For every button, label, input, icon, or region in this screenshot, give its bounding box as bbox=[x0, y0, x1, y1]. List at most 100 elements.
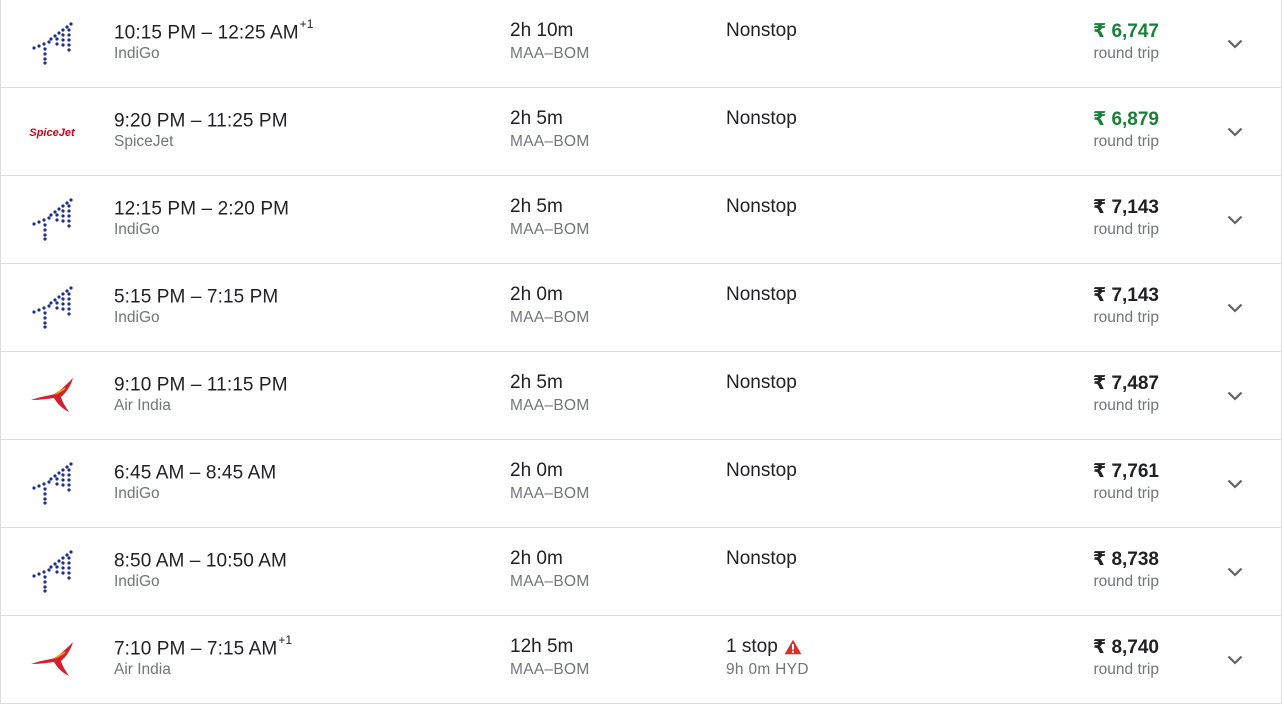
airline-name: Air India bbox=[114, 661, 171, 678]
air-india-logo bbox=[27, 634, 77, 684]
time-separator: – bbox=[184, 462, 206, 484]
airline-name: SpiceJet bbox=[114, 133, 174, 150]
flight-row[interactable]: 10:15 PM – 12:25 AM+1 IndiGo 2h 10m MAA–… bbox=[1, 0, 1281, 88]
flight-route: MAA–BOM bbox=[510, 661, 590, 678]
airline-name: Air India bbox=[114, 397, 171, 414]
time-separator: – bbox=[196, 198, 218, 220]
expand-button[interactable] bbox=[1221, 382, 1249, 410]
flight-duration: 2h 0m bbox=[510, 284, 563, 305]
indigo-logo bbox=[27, 282, 77, 332]
stops-info: Nonstop bbox=[726, 548, 797, 570]
arrival-time: 2:20 PM bbox=[217, 198, 290, 220]
time-separator: – bbox=[185, 374, 207, 396]
indigo-logo bbox=[27, 458, 77, 508]
departure-time: 8:50 AM bbox=[114, 550, 185, 572]
flight-route: MAA–BOM bbox=[510, 485, 590, 502]
flight-route: MAA–BOM bbox=[510, 573, 590, 590]
arrival-time: 10:50 AM bbox=[205, 550, 287, 572]
flight-price: ₹ 8,740 bbox=[1092, 637, 1159, 658]
expand-button[interactable] bbox=[1221, 118, 1249, 146]
stops-info: Nonstop bbox=[726, 284, 797, 306]
flight-price: ₹ 7,487 bbox=[1092, 373, 1159, 394]
stops-info: Nonstop bbox=[726, 108, 797, 130]
airline-name: IndiGo bbox=[114, 573, 160, 590]
flight-row[interactable]: 8:50 AM – 10:50 AM IndiGo 2h 0m MAA–BOM … bbox=[1, 528, 1281, 616]
chevron-down-icon bbox=[1227, 39, 1243, 49]
arrival-time: 12:25 AM bbox=[217, 22, 299, 44]
day-offset: +1 bbox=[278, 633, 293, 647]
flight-duration: 2h 5m bbox=[510, 108, 563, 129]
stops-info: Nonstop bbox=[726, 20, 797, 42]
flight-price: ₹ 7,143 bbox=[1092, 285, 1159, 306]
chevron-down-icon bbox=[1227, 303, 1243, 313]
stops-label: 1 stop bbox=[726, 636, 778, 657]
price-note: round trip bbox=[1093, 661, 1159, 678]
stops-label: Nonstop bbox=[726, 548, 797, 569]
price-note: round trip bbox=[1093, 573, 1159, 590]
indigo-logo bbox=[27, 546, 77, 596]
chevron-down-icon bbox=[1227, 391, 1243, 401]
flight-duration: 2h 10m bbox=[510, 20, 574, 41]
layover-detail: 9h 0m HYD bbox=[726, 661, 809, 678]
air-india-logo bbox=[27, 370, 77, 420]
expand-button[interactable] bbox=[1221, 470, 1249, 498]
expand-button[interactable] bbox=[1221, 30, 1249, 58]
stops-label: Nonstop bbox=[726, 372, 797, 393]
arrival-time: 8:45 AM bbox=[205, 462, 277, 484]
flight-times: 6:45 AM – 8:45 AM bbox=[114, 460, 277, 484]
flight-row[interactable]: 6:45 AM – 8:45 AM IndiGo 2h 0m MAA–BOM N… bbox=[1, 440, 1281, 528]
price-note: round trip bbox=[1093, 133, 1159, 150]
departure-time: 5:15 PM bbox=[114, 286, 186, 308]
flight-duration: 12h 5m bbox=[510, 636, 574, 657]
flight-price: ₹ 7,761 bbox=[1092, 461, 1159, 482]
departure-time: 9:10 PM bbox=[114, 374, 186, 396]
expand-button[interactable] bbox=[1221, 294, 1249, 322]
flight-route: MAA–BOM bbox=[510, 221, 590, 238]
chevron-down-icon bbox=[1227, 215, 1243, 225]
airline-name: IndiGo bbox=[114, 221, 160, 238]
expand-button[interactable] bbox=[1221, 646, 1249, 674]
airline-name: IndiGo bbox=[114, 45, 160, 62]
arrival-time: 11:25 PM bbox=[206, 110, 288, 132]
stops-label: Nonstop bbox=[726, 20, 797, 41]
departure-time: 9:20 PM bbox=[114, 110, 186, 132]
flight-times: 9:10 PM – 11:15 PM bbox=[114, 372, 289, 396]
stops-label: Nonstop bbox=[726, 284, 797, 305]
stops-info: 1 stop bbox=[726, 636, 802, 658]
flight-duration: 2h 0m bbox=[510, 548, 563, 569]
time-separator: – bbox=[185, 286, 207, 308]
chevron-down-icon bbox=[1227, 567, 1243, 577]
airline-name: IndiGo bbox=[114, 309, 160, 326]
expand-button[interactable] bbox=[1221, 206, 1249, 234]
indigo-logo bbox=[27, 194, 77, 244]
flight-price: ₹ 7,143 bbox=[1092, 197, 1159, 218]
arrival-time: 7:15 AM bbox=[206, 638, 278, 660]
stops-info: Nonstop bbox=[726, 460, 797, 482]
flight-times: 10:15 PM – 12:25 AM+1 bbox=[114, 17, 314, 44]
flight-times: 8:50 AM – 10:50 AM bbox=[114, 548, 288, 572]
flight-route: MAA–BOM bbox=[510, 397, 590, 414]
arrival-time: 7:15 PM bbox=[206, 286, 279, 308]
airline-name: IndiGo bbox=[114, 485, 160, 502]
flight-row[interactable]: 5:15 PM – 7:15 PM IndiGo 2h 0m MAA–BOM N… bbox=[1, 264, 1281, 352]
flight-row[interactable]: 7:10 PM – 7:15 AM+1 Air India 12h 5m MAA… bbox=[1, 616, 1281, 704]
departure-time: 10:15 PM bbox=[114, 22, 197, 44]
price-note: round trip bbox=[1093, 485, 1159, 502]
time-separator: – bbox=[196, 22, 218, 44]
flight-duration: 2h 5m bbox=[510, 196, 563, 217]
time-separator: – bbox=[185, 638, 207, 660]
flight-price: ₹ 6,747 bbox=[1092, 21, 1159, 42]
flight-row[interactable]: 12:15 PM – 2:20 PM IndiGo 2h 5m MAA–BOM … bbox=[1, 176, 1281, 264]
svg-text:SpiceJet: SpiceJet bbox=[29, 127, 76, 139]
flight-row[interactable]: SpiceJet 9:20 PM – 11:25 PM SpiceJet 2h … bbox=[1, 88, 1281, 176]
price-note: round trip bbox=[1093, 397, 1159, 414]
warning-icon[interactable] bbox=[784, 639, 802, 655]
flight-price: ₹ 8,738 bbox=[1092, 549, 1159, 570]
expand-button[interactable] bbox=[1221, 558, 1249, 586]
stops-label: Nonstop bbox=[726, 108, 797, 129]
flight-row[interactable]: 9:10 PM – 11:15 PM Air India 2h 5m MAA–B… bbox=[1, 352, 1281, 440]
flight-duration: 2h 0m bbox=[510, 460, 563, 481]
flight-results-list: 10:15 PM – 12:25 AM+1 IndiGo 2h 10m MAA–… bbox=[0, 0, 1282, 704]
stops-info: Nonstop bbox=[726, 372, 797, 394]
chevron-down-icon bbox=[1227, 127, 1243, 137]
